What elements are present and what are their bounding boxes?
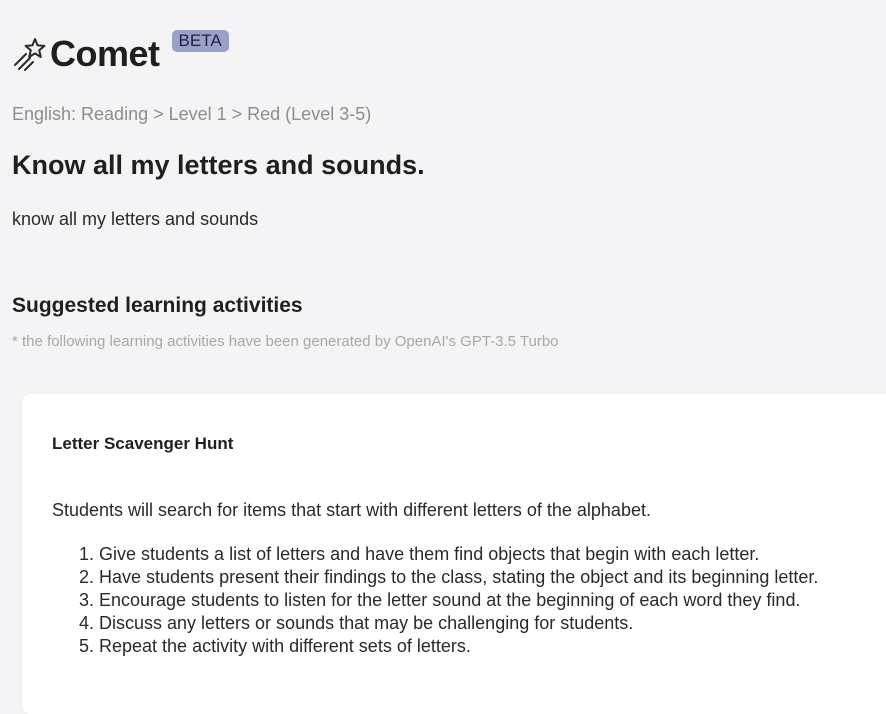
list-item: Discuss any letters or sounds that may b…: [99, 612, 818, 635]
breadcrumb: English: Reading > Level 1 > Red (Level …: [12, 104, 372, 124]
activity-summary: Students will search for items that star…: [52, 500, 651, 520]
list-item: Give students a list of letters and have…: [99, 543, 818, 566]
list-item: Have students present their findings to …: [99, 566, 818, 589]
goal-description: know all my letters and sounds: [12, 209, 259, 229]
activity-steps: Give students a list of letters and have…: [52, 543, 818, 658]
activity-card: Letter Scavenger Hunt Students will sear…: [22, 394, 886, 714]
shooting-star-icon: [14, 38, 46, 71]
page-title: Know all my letters and sounds.: [12, 150, 425, 180]
section-title: Suggested learning activities: [12, 294, 303, 317]
list-item: Encourage students to listen for the let…: [99, 589, 818, 612]
ai-disclaimer: * the following learning activities have…: [12, 333, 559, 350]
activity-title: Letter Scavenger Hunt: [52, 434, 234, 453]
app-header: Comet BETA: [12, 30, 229, 78]
app-name[interactable]: Comet: [50, 30, 160, 78]
list-item: Repeat the activity with different sets …: [99, 635, 818, 658]
beta-badge: BETA: [171, 30, 229, 52]
